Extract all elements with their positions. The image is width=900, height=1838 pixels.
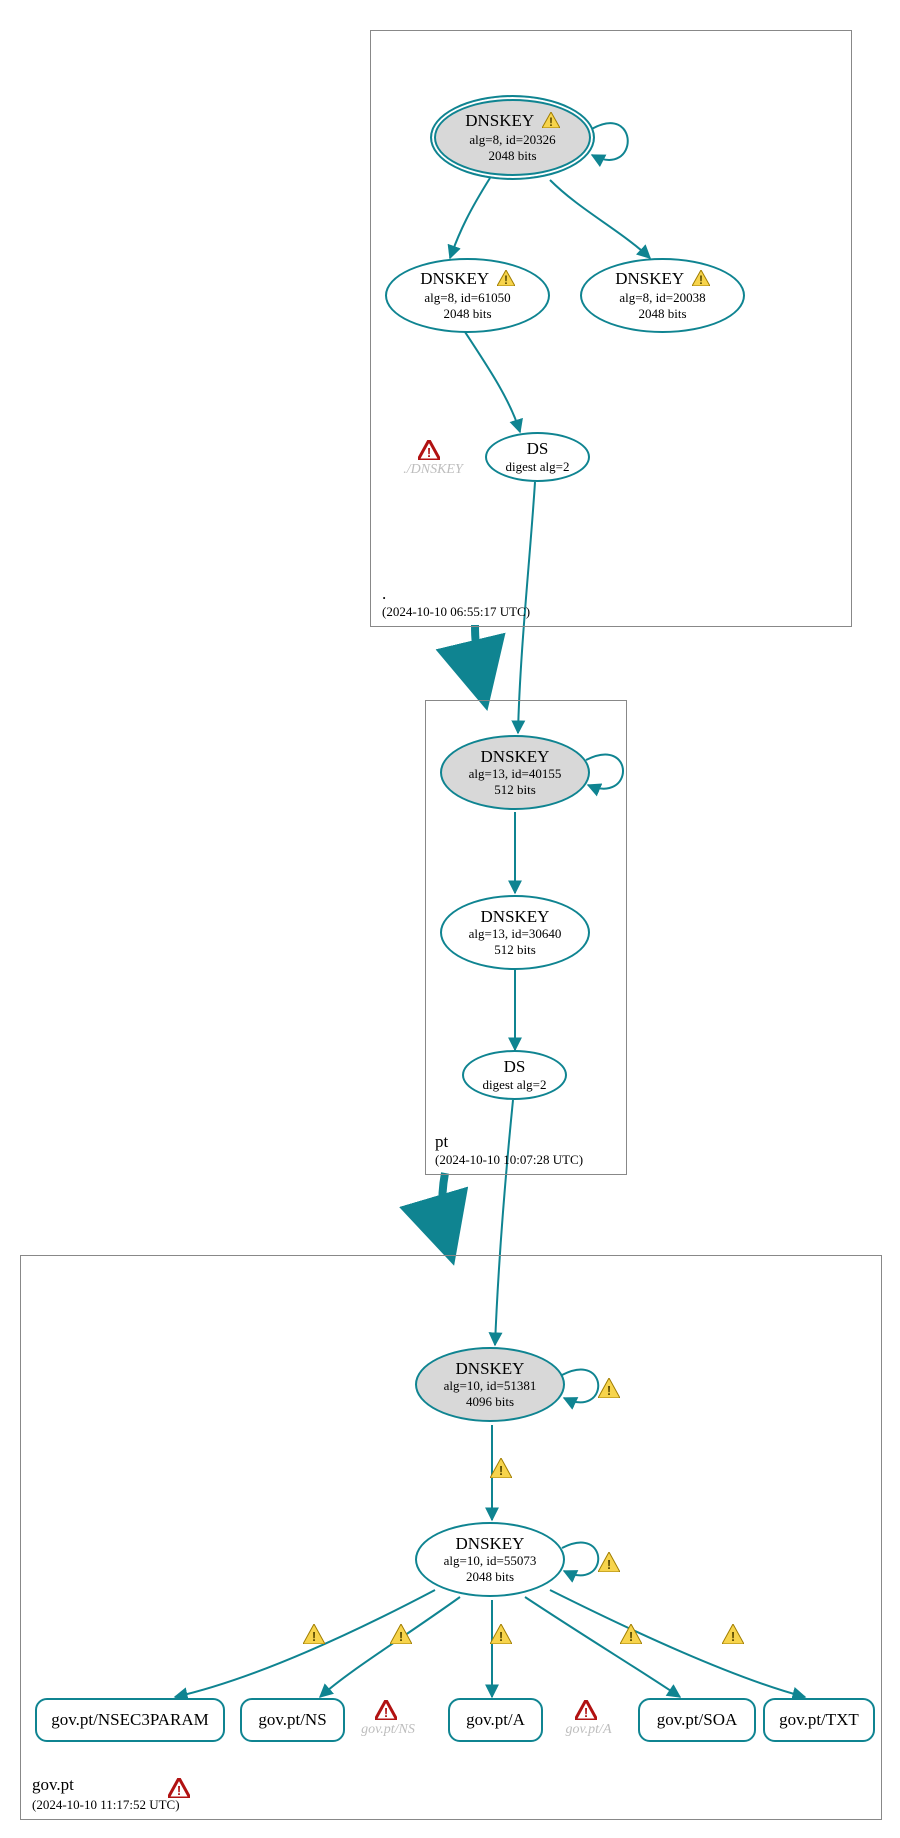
node-root-ds-alg: digest alg=2 — [505, 459, 569, 475]
node-root-ksk-title: DNSKEY — [465, 111, 533, 130]
node-root-zsk2-alg: alg=8, id=20038 — [619, 290, 705, 306]
ghost-root-dnskey: ./DNSKEY — [398, 462, 468, 478]
node-gov-zsk[interactable]: DNSKEY alg=10, id=55073 2048 bits — [415, 1522, 565, 1597]
svg-text:!: ! — [399, 1629, 403, 1644]
node-gov-zsk-title: DNSKEY — [456, 1535, 525, 1554]
error-icon: ! — [575, 1700, 597, 1720]
node-pt-zsk-bits: 512 bits — [494, 942, 536, 958]
rrset-nsec3param[interactable]: gov.pt/NSEC3PARAM — [35, 1698, 225, 1742]
error-icon: ! — [375, 1700, 397, 1720]
node-root-zsk1-bits: 2048 bits — [443, 306, 491, 322]
zone-pt-timestamp: (2024-10-10 10:07:28 UTC) — [435, 1152, 583, 1168]
node-root-ds[interactable]: DS digest alg=2 — [485, 432, 590, 482]
warning-icon: ! — [692, 270, 710, 291]
node-pt-ksk-alg: alg=13, id=40155 — [469, 766, 562, 782]
svg-text:!: ! — [177, 1783, 181, 1798]
node-root-ksk-bits: 2048 bits — [488, 148, 536, 164]
node-gov-ksk-bits: 4096 bits — [466, 1394, 514, 1410]
warning-icon: ! — [620, 1624, 642, 1644]
error-icon: ! — [418, 440, 440, 460]
svg-text:!: ! — [629, 1629, 633, 1644]
node-root-zsk1-title: DNSKEY — [420, 269, 488, 288]
rrset-nsec3param-label: gov.pt/NSEC3PARAM — [51, 1710, 208, 1730]
rrset-soa-label: gov.pt/SOA — [657, 1710, 738, 1730]
node-root-ksk[interactable]: DNSKEY ! alg=8, id=20326 2048 bits — [430, 95, 595, 180]
node-pt-ksk-title: DNSKEY — [481, 748, 550, 767]
node-pt-ksk[interactable]: DNSKEY alg=13, id=40155 512 bits — [440, 735, 590, 810]
rrset-a-label: gov.pt/A — [466, 1710, 525, 1730]
ghost-gov-a: gov.pt/A — [556, 1722, 621, 1738]
svg-text:!: ! — [699, 273, 703, 286]
node-pt-ds-alg: digest alg=2 — [482, 1077, 546, 1093]
warning-icon: ! — [497, 270, 515, 291]
svg-text:!: ! — [607, 1557, 611, 1572]
svg-text:!: ! — [549, 115, 553, 128]
zone-root-timestamp: (2024-10-10 06:55:17 UTC) — [382, 604, 530, 620]
rrset-txt-label: gov.pt/TXT — [779, 1710, 859, 1730]
warning-icon: ! — [722, 1624, 744, 1644]
node-gov-zsk-bits: 2048 bits — [466, 1569, 514, 1585]
warning-icon: ! — [390, 1624, 412, 1644]
rrset-txt[interactable]: gov.pt/TXT — [763, 1698, 875, 1742]
zone-root-label: . — [382, 584, 386, 604]
node-gov-ksk-alg: alg=10, id=51381 — [444, 1378, 537, 1394]
rrset-ns-label: gov.pt/NS — [258, 1710, 326, 1730]
warning-icon: ! — [598, 1378, 620, 1398]
node-gov-ksk-title: DNSKEY — [456, 1360, 525, 1379]
svg-text:!: ! — [584, 1705, 588, 1720]
node-pt-zsk-alg: alg=13, id=30640 — [469, 926, 562, 942]
svg-text:!: ! — [312, 1629, 316, 1644]
rrset-a[interactable]: gov.pt/A — [448, 1698, 543, 1742]
node-pt-zsk[interactable]: DNSKEY alg=13, id=30640 512 bits — [440, 895, 590, 970]
node-root-zsk2-bits: 2048 bits — [638, 306, 686, 322]
node-root-zsk1[interactable]: DNSKEY ! alg=8, id=61050 2048 bits — [385, 258, 550, 333]
warning-icon: ! — [598, 1552, 620, 1572]
rrset-soa[interactable]: gov.pt/SOA — [638, 1698, 756, 1742]
svg-text:!: ! — [504, 273, 508, 286]
node-root-ksk-alg: alg=8, id=20326 — [469, 132, 555, 148]
ghost-gov-ns: gov.pt/NS — [353, 1722, 423, 1738]
warning-icon: ! — [490, 1458, 512, 1478]
zone-govpt-label: gov.pt — [32, 1775, 74, 1795]
node-pt-ksk-bits: 512 bits — [494, 782, 536, 798]
svg-text:!: ! — [607, 1383, 611, 1398]
svg-text:!: ! — [384, 1705, 388, 1720]
rrset-ns[interactable]: gov.pt/NS — [240, 1698, 345, 1742]
node-pt-ds-title: DS — [504, 1058, 526, 1077]
svg-text:!: ! — [427, 445, 431, 460]
warning-icon: ! — [490, 1624, 512, 1644]
node-gov-zsk-alg: alg=10, id=55073 — [444, 1553, 537, 1569]
node-root-zsk2[interactable]: DNSKEY ! alg=8, id=20038 2048 bits — [580, 258, 745, 333]
zone-pt-label: pt — [435, 1132, 448, 1152]
node-pt-ds[interactable]: DS digest alg=2 — [462, 1050, 567, 1100]
node-pt-zsk-title: DNSKEY — [481, 908, 550, 927]
warning-icon: ! — [542, 112, 560, 133]
svg-text:!: ! — [499, 1629, 503, 1644]
node-gov-ksk[interactable]: DNSKEY alg=10, id=51381 4096 bits — [415, 1347, 565, 1422]
zone-govpt-timestamp: (2024-10-10 11:17:52 UTC) — [32, 1797, 180, 1813]
svg-text:!: ! — [731, 1629, 735, 1644]
node-root-zsk1-alg: alg=8, id=61050 — [424, 290, 510, 306]
error-icon: ! — [168, 1778, 190, 1798]
node-root-zsk2-title: DNSKEY — [615, 269, 683, 288]
svg-text:!: ! — [499, 1463, 503, 1478]
node-root-ds-title: DS — [527, 440, 549, 459]
warning-icon: ! — [303, 1624, 325, 1644]
